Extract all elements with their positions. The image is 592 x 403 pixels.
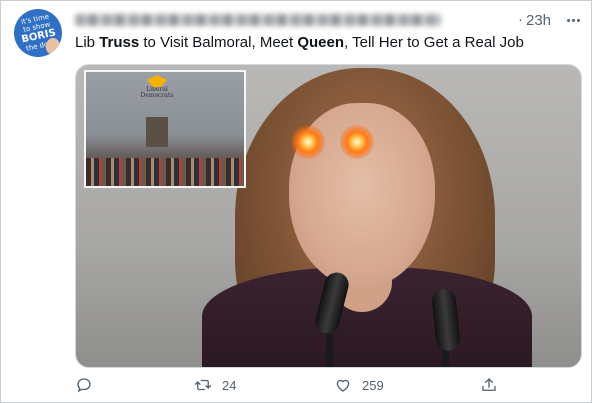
author-name-redacted[interactable] <box>75 14 441 26</box>
like-count: 259 <box>362 377 384 393</box>
glowing-eye-right <box>340 125 374 159</box>
inset-podium <box>146 117 168 147</box>
retweet-icon <box>194 379 212 391</box>
retweet-button[interactable]: 24 <box>194 376 236 394</box>
tweet-header: · 23h <box>75 11 555 29</box>
share-icon <box>482 378 496 391</box>
inset-photo: Liberal Democrats <box>84 70 246 188</box>
tweet-actions: 24 259 <box>75 376 505 400</box>
more-icon[interactable] <box>561 12 585 28</box>
tweet-image[interactable]: Liberal Democrats <box>75 64 582 368</box>
tweet-card[interactable]: it's time to show BORIS the door · 23h L… <box>0 0 592 403</box>
avatar[interactable]: it's time to show BORIS the door <box>14 9 62 57</box>
like-button[interactable]: 259 <box>334 376 384 394</box>
highlighted-name: Truss <box>99 34 140 51</box>
retweet-count: 24 <box>222 377 237 393</box>
highlighted-name: Queen <box>297 34 345 51</box>
glowing-eye-left <box>291 125 325 159</box>
tweet-text: Lib Truss to Visit Balmoral, Meet Queen,… <box>75 34 524 51</box>
inset-crowd <box>86 158 244 186</box>
header-separator: · <box>518 11 523 28</box>
reply-icon <box>77 378 91 393</box>
avatar-figure <box>46 38 60 54</box>
tweet-timestamp[interactable]: 23h <box>526 12 551 29</box>
share-button[interactable] <box>480 376 498 394</box>
like-icon <box>336 379 350 392</box>
reply-button[interactable] <box>75 376 103 394</box>
party-logo: Liberal Democrats <box>138 75 176 107</box>
